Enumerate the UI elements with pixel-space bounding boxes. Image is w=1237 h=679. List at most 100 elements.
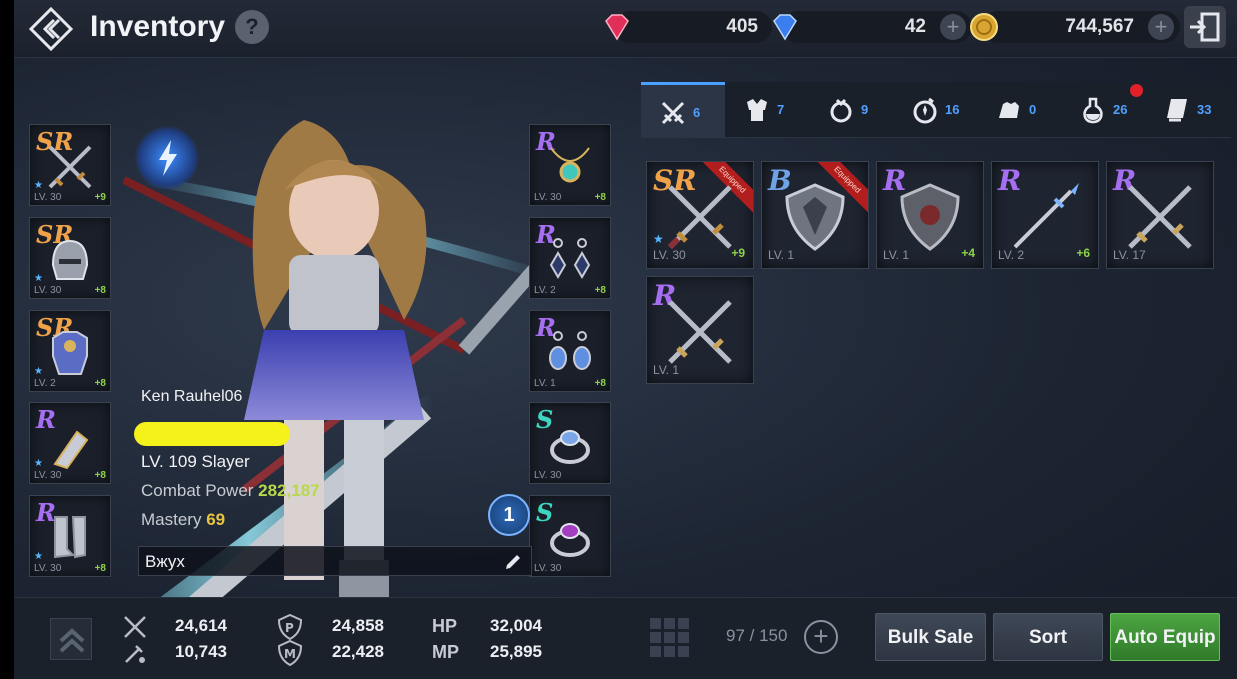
- grid-view-icon[interactable]: [650, 618, 690, 658]
- accessory-tab-icon: [830, 98, 852, 123]
- equip-slot-earring-2[interactable]: R LV. 1 +8: [529, 310, 611, 392]
- level-label: LV. 30: [34, 470, 62, 481]
- tab-costumes[interactable]: 0: [977, 82, 1061, 138]
- crossed-swords-icon: [667, 185, 732, 250]
- enhance-label: +8: [594, 285, 606, 296]
- crossed-swords-icon: [48, 145, 92, 189]
- tab-count: 16: [945, 102, 960, 117]
- add-blue-gem-button[interactable]: +: [940, 14, 966, 40]
- game-screen: Inventory ? 405 42 + 744,567 + SR ★ LV. …: [14, 0, 1237, 679]
- magic-defense-value: 22,428: [332, 642, 384, 661]
- star-icon: ★: [34, 366, 43, 377]
- help-button[interactable]: ?: [235, 10, 269, 44]
- page-title: Inventory: [90, 10, 226, 43]
- tab-armor[interactable]: 7: [725, 82, 809, 138]
- spear-icon: [1013, 183, 1079, 249]
- add-gold-button[interactable]: +: [1148, 14, 1174, 40]
- character-title-field[interactable]: Вжух: [138, 546, 532, 576]
- enhance-label: +8: [594, 192, 606, 203]
- equip-slot-helmet[interactable]: SR ★ LV. 30 +8: [29, 217, 111, 299]
- back-icon: [28, 6, 74, 52]
- tab-materials[interactable]: 16: [893, 82, 977, 138]
- level-label: LV. 2: [998, 248, 1025, 262]
- exit-button[interactable]: [1184, 6, 1226, 48]
- tab-count: 33: [1197, 102, 1212, 117]
- level-label: LV. 30: [653, 248, 686, 262]
- tab-accessories[interactable]: 9: [809, 82, 893, 138]
- star-icon: ★: [653, 232, 664, 246]
- inventory-item[interactable]: Equipped B LV. 1: [761, 161, 869, 269]
- crossed-swords-icon: [1128, 185, 1192, 249]
- attack-value: 24,614: [175, 616, 227, 635]
- red-gem-icon: [605, 14, 629, 41]
- gold-currency: 744,567 +: [970, 11, 1180, 43]
- equip-slot-necklace[interactable]: R LV. 30 +8: [529, 124, 611, 206]
- enhance-label: +9: [94, 192, 106, 203]
- inventory-item[interactable]: Equipped SR ★ LV. 30 +9: [646, 161, 754, 269]
- expand-inventory-button[interactable]: +: [804, 620, 838, 654]
- pencil-icon[interactable]: [503, 552, 523, 572]
- shield-icon: [900, 183, 960, 251]
- tab-count: 0: [1029, 102, 1037, 117]
- tab-count: 7: [777, 102, 785, 117]
- magic-defense-icon: M: [277, 639, 303, 667]
- inventory-item[interactable]: R LV. 17: [1106, 161, 1214, 269]
- double-chevron-up-icon: [59, 628, 85, 653]
- accuracy-icon: [125, 645, 145, 663]
- equip-slot-ring-2[interactable]: S LV. 30: [529, 495, 611, 577]
- inventory-item[interactable]: R LV. 1: [646, 276, 754, 384]
- tab-weapons[interactable]: 6: [641, 82, 725, 138]
- enhance-label: +8: [94, 470, 106, 481]
- bulk-sale-button[interactable]: Bulk Sale: [875, 613, 986, 661]
- material-tab-icon: [913, 97, 937, 124]
- enhance-label: +4: [961, 246, 975, 260]
- level-label: LV. 1: [768, 248, 795, 262]
- tab-scrolls[interactable]: 33: [1145, 82, 1229, 138]
- auto-equip-button[interactable]: Auto Equip: [1110, 613, 1220, 661]
- enhance-label: +8: [94, 285, 106, 296]
- boots-icon: [54, 515, 86, 558]
- exit-door-icon: [1190, 12, 1220, 42]
- level-label: LV. 1: [534, 378, 556, 389]
- equip-slot-ring-1[interactable]: S LV. 30: [529, 402, 611, 484]
- enhance-label: +6: [1076, 246, 1090, 260]
- equip-slot-weapon[interactable]: SR ★ LV. 30 +9: [29, 124, 111, 206]
- red-gem-value: 405: [726, 16, 758, 37]
- blue-gem-currency: 42 +: [773, 11, 972, 43]
- combat-power-label: Combat Power: [141, 481, 254, 500]
- notification-badge[interactable]: 1: [488, 494, 530, 536]
- physical-defense-value: 24,858: [332, 616, 384, 635]
- star-icon: ★: [34, 458, 43, 469]
- inventory-item[interactable]: R LV. 1 +4: [876, 161, 984, 269]
- level-label: LV. 1: [653, 363, 680, 377]
- ring-icon: [550, 522, 590, 557]
- combat-power-value: 282,187: [258, 481, 320, 500]
- back-button[interactable]: [28, 6, 74, 52]
- inventory-item[interactable]: R LV. 2 +6: [991, 161, 1099, 269]
- equip-slot-boots[interactable]: R ★ LV. 30 +8: [29, 495, 111, 577]
- equip-slot-gloves[interactable]: R ★ LV. 30 +8: [29, 402, 111, 484]
- enhance-label: +8: [594, 378, 606, 389]
- level-label: LV. 30: [534, 192, 562, 203]
- new-item-dot: [1130, 84, 1143, 97]
- mastery-label: Mastery: [141, 510, 202, 529]
- character-level-class: LV. 109 Slayer: [141, 452, 250, 471]
- level-label: LV. 30: [534, 563, 562, 574]
- gold-value: 744,567: [1065, 16, 1134, 37]
- tab-count: 6: [693, 105, 701, 120]
- enhance-label: +8: [94, 378, 106, 389]
- level-label: LV. 2: [34, 378, 56, 389]
- skill-orb-icon[interactable]: [135, 126, 199, 190]
- combat-power: Combat Power 282,187: [141, 481, 320, 501]
- mastery-value: 69: [206, 510, 226, 529]
- physical-defense-icon: P: [277, 613, 303, 641]
- potion-tab-icon: [1083, 97, 1103, 124]
- tab-count: 26: [1113, 102, 1128, 117]
- level-label: LV. 2: [534, 285, 556, 296]
- red-gem-currency: 405: [605, 11, 772, 43]
- rank-up-button[interactable]: [50, 618, 92, 660]
- armor-tab-icon: [747, 99, 767, 121]
- sort-button[interactable]: Sort: [993, 613, 1103, 661]
- equip-slot-earring-1[interactable]: R LV. 2 +8: [529, 217, 611, 299]
- equip-slot-armor[interactable]: SR ★ LV. 2 +8: [29, 310, 111, 392]
